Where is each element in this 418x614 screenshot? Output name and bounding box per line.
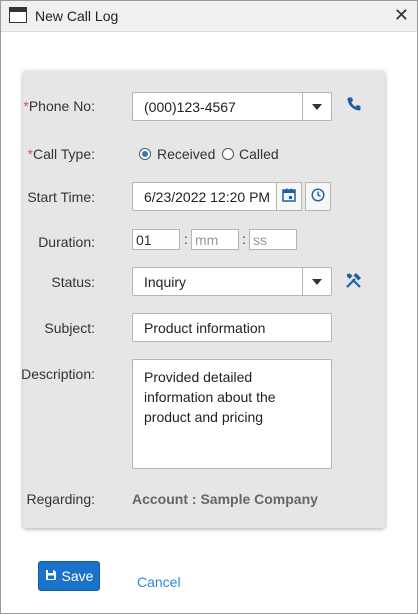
close-icon[interactable]: ✕ — [394, 5, 409, 25]
duration-seconds-input[interactable]: ss — [249, 229, 297, 250]
calendar-icon — [282, 188, 296, 205]
phone-value: (000)123-4567 — [144, 99, 236, 115]
title-bar: New Call Log ✕ — [1, 1, 417, 32]
description-textarea[interactable]: Provided detailed information about the … — [132, 359, 332, 469]
duration-label: Duration: — [38, 234, 95, 250]
radio-received[interactable] — [139, 148, 151, 160]
radio-called[interactable] — [222, 148, 234, 160]
duration-separator: : — [242, 231, 246, 247]
radio-called-label[interactable]: Called — [239, 146, 279, 162]
regarding-label: Regarding: — [26, 491, 96, 507]
status-value: Inquiry — [144, 274, 187, 290]
start-time-input[interactable]: 6/23/2022 12:20 PM — [132, 182, 278, 211]
disk-icon — [45, 568, 57, 584]
subject-input[interactable]: Product information — [132, 313, 332, 342]
save-button[interactable]: Save — [38, 561, 100, 591]
chevron-down-icon — [312, 279, 322, 285]
subject-label: Subject: — [44, 320, 95, 336]
start-time-label: Start Time: — [27, 189, 95, 205]
status-dropdown-button[interactable] — [302, 268, 331, 295]
cancel-link[interactable]: Cancel — [137, 574, 181, 590]
description-value: Provided detailed information about the … — [144, 369, 276, 425]
phone-label: *Phone No: — [23, 98, 95, 114]
tools-icon[interactable] — [345, 272, 362, 292]
subject-value: Product information — [144, 320, 266, 336]
clock-icon — [311, 188, 325, 205]
window-title: New Call Log — [35, 8, 119, 24]
radio-received-label[interactable]: Received — [157, 146, 215, 162]
call-log-form: *Phone No: (000)123-4567 *Call Type: Rec… — [21, 71, 385, 528]
description-label: Description: — [21, 366, 95, 382]
phone-dropdown-button[interactable] — [302, 93, 331, 120]
dialog-window: New Call Log ✕ *Phone No: (000)123-4567 … — [0, 0, 418, 614]
start-time-value: 6/23/2022 12:20 PM — [144, 189, 271, 205]
status-label: Status: — [51, 274, 95, 290]
save-label: Save — [61, 568, 94, 584]
time-button[interactable] — [305, 182, 331, 211]
status-dropdown[interactable]: Inquiry — [132, 267, 332, 296]
window-icon — [9, 7, 27, 23]
chevron-down-icon — [312, 104, 322, 110]
calendar-button[interactable] — [276, 182, 302, 211]
phone-icon[interactable] — [346, 96, 362, 115]
regarding-value: Account : Sample Company — [132, 491, 318, 507]
duration-minutes-input[interactable]: mm — [191, 229, 239, 250]
duration-separator: : — [184, 231, 188, 247]
phone-dropdown[interactable]: (000)123-4567 — [132, 92, 332, 121]
duration-hours-input[interactable]: 01 — [132, 229, 180, 250]
call-type-label: *Call Type: — [27, 146, 95, 162]
